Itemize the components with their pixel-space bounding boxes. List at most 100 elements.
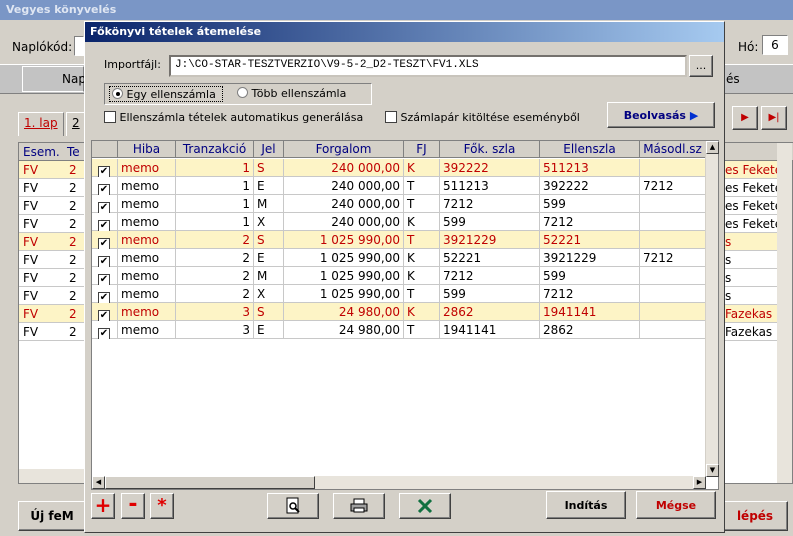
table-row[interactable]: ✔ memo 1 E 240 000,00 T 511213 392222 7212: [92, 177, 706, 195]
checkmark-icon: ✔: [98, 256, 110, 267]
row-checkbox[interactable]: ✔: [92, 159, 118, 177]
load-button[interactable]: Beolvasás ▶: [607, 102, 715, 128]
bg-cell-esem: FV: [23, 325, 39, 339]
row-checkbox[interactable]: ✔: [92, 231, 118, 249]
bg-cell-partner: s: [725, 289, 732, 303]
radio-selected-icon: [112, 88, 123, 99]
checkmark-icon: ✔: [98, 274, 110, 285]
auto-generate-checkbox[interactable]: Ellenszámla tételek automatikus generálá…: [104, 111, 363, 124]
table-row[interactable]: ✔ memo 3 E 24 980,00 T 1941141 2862: [92, 321, 706, 339]
cell-fj: K: [404, 249, 440, 267]
bg-vertical-scrollbar[interactable]: [777, 143, 792, 483]
remove-row-button[interactable]: -: [121, 493, 145, 519]
column-header-fok-szla[interactable]: Fők. szla: [440, 141, 540, 158]
row-checkbox[interactable]: ✔: [92, 267, 118, 285]
cell-hiba: memo: [118, 231, 176, 249]
cell-fok-szla: 392222: [440, 159, 540, 177]
scroll-down-icon[interactable]: ▼: [706, 464, 719, 477]
column-header-forgalom[interactable]: Forgalom: [284, 141, 404, 158]
import-file-input[interactable]: J:\CO-STAR-TESZTVERZIO\V9-5-2_D2-TESZT\F…: [169, 55, 687, 77]
cell-masodl-szla: [640, 213, 706, 231]
cell-fj: T: [404, 321, 440, 339]
preview-button[interactable]: [267, 493, 319, 519]
table-row[interactable]: ✔ memo 2 M 1 025 990,00 K 7212 599: [92, 267, 706, 285]
page-tab-1[interactable]: 1. lap: [18, 112, 64, 136]
row-checkbox[interactable]: ✔: [92, 249, 118, 267]
column-header-hiba[interactable]: Hiba: [118, 141, 176, 158]
column-header-ellenszla[interactable]: Ellenszla: [540, 141, 640, 158]
cell-hiba: memo: [118, 159, 176, 177]
radio-single-ellenszamla[interactable]: Egy ellenszámla: [109, 86, 223, 102]
cell-masodl-szla: [640, 231, 706, 249]
table-row[interactable]: ✔ memo 3 S 24 980,00 K 2862 1941141: [92, 303, 706, 321]
cell-jel: X: [254, 213, 284, 231]
cell-fj: T: [404, 231, 440, 249]
cell-fok-szla: 7212: [440, 267, 540, 285]
row-checkbox[interactable]: ✔: [92, 321, 118, 339]
cell-tranzakcio: 3: [176, 321, 254, 339]
cell-jel: S: [254, 231, 284, 249]
grid-horizontal-scrollbar[interactable]: ◀ ▶: [92, 476, 706, 489]
printer-icon: [350, 498, 368, 513]
bg-cell-esem: FV: [23, 217, 39, 231]
cell-forgalom: 240 000,00: [284, 159, 404, 177]
table-row[interactable]: ✔ memo 2 S 1 025 990,00 T 3921229 52221: [92, 231, 706, 249]
row-checkbox[interactable]: ✔: [92, 213, 118, 231]
column-header-jel[interactable]: Jel: [254, 141, 284, 158]
column-header-masodl-szla[interactable]: Másodl.sz: [640, 141, 706, 158]
bg-cell-partner: s: [725, 271, 732, 285]
cell-masodl-szla: [640, 303, 706, 321]
bg-cell-partner: s: [725, 235, 732, 249]
import-grid[interactable]: Hiba Tranzakció Jel Forgalom FJ Fők. szla Elle…: [91, 140, 719, 490]
cell-jel: X: [254, 285, 284, 303]
bg-cell-te: 2: [69, 307, 77, 321]
table-row[interactable]: ✔ memo 1 S 240 000,00 K 392222 511213: [92, 159, 706, 177]
row-checkbox[interactable]: ✔: [92, 285, 118, 303]
cell-ellenszla: 1941141: [540, 303, 640, 321]
table-row[interactable]: ✔ memo 1 X 240 000,00 K 599 7212: [92, 213, 706, 231]
browse-button[interactable]: ...: [689, 55, 713, 77]
scroll-left-icon[interactable]: ◀: [92, 476, 105, 489]
column-header-tranzakcio[interactable]: Tranzakció: [176, 141, 254, 158]
cell-fj: K: [404, 303, 440, 321]
column-header-checkbox[interactable]: [92, 141, 118, 158]
add-row-button[interactable]: +: [91, 493, 115, 519]
print-preview-icon: [286, 497, 300, 514]
naplokod-field[interactable]: [74, 36, 84, 56]
last-page-button[interactable]: ▶|: [761, 106, 787, 130]
row-checkbox[interactable]: ✔: [92, 195, 118, 213]
radio-multi-ellenszamla[interactable]: Több ellenszámla: [237, 87, 346, 100]
checkmark-icon: ✔: [98, 220, 110, 231]
next-page-button[interactable]: ▶: [732, 106, 758, 130]
ho-field[interactable]: 6: [762, 35, 788, 55]
grid-vertical-scrollbar[interactable]: ▲ ▼: [705, 141, 719, 477]
cell-forgalom: 24 980,00: [284, 303, 404, 321]
cancel-button[interactable]: Mégse: [636, 491, 716, 519]
mark-button[interactable]: *: [150, 493, 174, 519]
table-row[interactable]: ✔ memo 1 M 240 000,00 T 7212 599: [92, 195, 706, 213]
checkmark-icon: ✔: [98, 166, 110, 177]
excel-export-button[interactable]: [399, 493, 451, 519]
table-row[interactable]: ✔ memo 2 X 1 025 990,00 T 599 7212: [92, 285, 706, 303]
cell-ellenszla: 599: [540, 267, 640, 285]
row-checkbox[interactable]: ✔: [92, 303, 118, 321]
row-checkbox[interactable]: ✔: [92, 177, 118, 195]
exit-button[interactable]: lépés: [722, 501, 788, 531]
bg-horizontal-scrollbar[interactable]: [19, 469, 87, 483]
scroll-right-icon[interactable]: ▶: [693, 476, 706, 489]
print-button[interactable]: [333, 493, 385, 519]
cell-hiba: memo: [118, 321, 176, 339]
cell-ellenszla: 511213: [540, 159, 640, 177]
background-nav-tab[interactable]: Nap: [22, 66, 86, 92]
scroll-thumb[interactable]: [105, 476, 315, 489]
column-header-fj[interactable]: FJ: [404, 141, 440, 158]
cell-fok-szla: 3921229: [440, 231, 540, 249]
page-tab-2[interactable]: 2: [66, 112, 86, 136]
new-record-button[interactable]: Új feM: [18, 501, 86, 531]
arrow-last-icon: ▶|: [768, 112, 780, 123]
fill-from-event-checkbox[interactable]: Számlapár kitöltése eseményből: [385, 111, 580, 124]
start-button[interactable]: Indítás: [546, 491, 626, 519]
table-row[interactable]: ✔ memo 2 E 1 025 990,00 K 52221 3921229 7212: [92, 249, 706, 267]
cell-masodl-szla: [640, 195, 706, 213]
scroll-up-icon[interactable]: ▲: [706, 141, 719, 154]
